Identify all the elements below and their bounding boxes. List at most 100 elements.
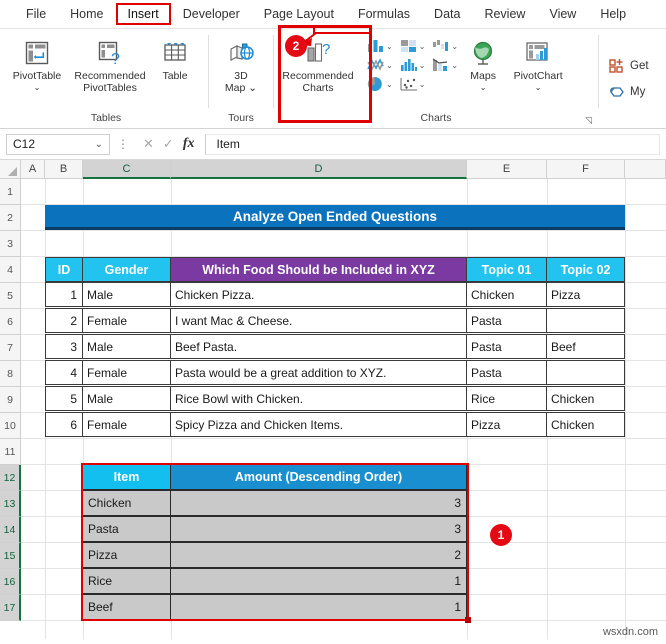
chevron-down-icon[interactable]: ⌄ [419,80,426,89]
statistic-chart-button[interactable]: ⌄ [397,56,428,74]
tab-insert[interactable]: Insert [115,3,171,25]
combo-chart-button[interactable]: ⌄ [429,56,460,74]
row-header-4[interactable]: 4 [0,257,21,283]
table-row[interactable]: Rice Bowl with Chicken. [170,386,467,411]
table-row[interactable]: 2 [45,308,83,333]
table-row[interactable]: 1 [45,282,83,307]
waterfall-chart-button[interactable]: ⌄ [429,37,460,55]
row-header-15[interactable]: 15 [0,543,21,569]
list-item[interactable]: 2 [170,542,467,568]
table-row[interactable]: Spicy Pizza and Chicken Items. [170,412,467,437]
tab-home[interactable]: Home [58,4,115,24]
charts-dialog-launcher-icon[interactable]: ◹ [585,115,592,126]
table-row[interactable]: 3 [45,334,83,359]
table-row[interactable]: Pizza [466,412,547,437]
enter-icon[interactable]: ✓ [163,136,174,152]
column-chart-button[interactable]: ⌄ [364,37,395,55]
list-item[interactable]: Rice [82,568,171,594]
hierarchy-chart-button[interactable]: ⌄ [397,37,428,55]
table-row[interactable]: Pasta would be a great addition to XYZ. [170,360,467,385]
line-chart-button[interactable]: ⌄ [364,56,395,74]
table-row[interactable]: Female [82,308,171,333]
scatter-chart-button[interactable]: ⌄ [397,75,428,93]
formula-input[interactable]: Item [205,133,660,155]
chevron-down-icon[interactable]: ⌄ [419,61,426,70]
table-row[interactable]: Beef [546,334,625,359]
list-item[interactable]: 1 [170,594,467,620]
row-header-2[interactable]: 2 [0,205,21,231]
recommended-pivottables-button[interactable]: ? Recommended PivotTables [68,34,152,96]
maps-caret-icon[interactable]: ⌄ [480,82,487,94]
3d-map-button[interactable]: 3D Map ⌄ [213,34,269,96]
table-row[interactable] [546,308,625,333]
pivottable-caret-icon[interactable]: ⌄ [34,82,41,94]
pie-chart-button[interactable]: ⌄ [364,75,395,93]
tab-developer[interactable]: Developer [171,4,252,24]
table-row[interactable]: Pasta [466,334,547,359]
chevron-down-icon[interactable]: ⌄ [419,42,426,51]
select-all-corner[interactable] [0,160,21,179]
pivottable-button[interactable]: PivotTable ⌄ [6,34,68,96]
tab-review[interactable]: Review [472,4,537,24]
list-item[interactable]: 3 [170,516,467,542]
table-row[interactable]: Male [82,334,171,359]
table-row[interactable]: 6 [45,412,83,437]
table-row[interactable]: Pasta [466,360,547,385]
row-header-6[interactable]: 6 [0,309,21,335]
3d-map-label-2[interactable]: Map ⌄ [225,82,257,94]
row-header-7[interactable]: 7 [0,335,21,361]
formula-bar-overflow-icon[interactable]: ⋮ [114,137,132,151]
list-item[interactable]: Beef [82,594,171,620]
row-header-17[interactable]: 17 [0,595,21,621]
chevron-down-icon[interactable]: ⌄ [386,42,393,51]
chevron-down-icon[interactable]: ⌄ [451,61,458,70]
table-row[interactable]: Male [82,282,171,307]
maps-button[interactable]: Maps ⌄ [460,34,506,96]
tab-view[interactable]: View [537,4,588,24]
column-header-b[interactable]: B [45,160,83,179]
list-item[interactable]: Pasta [82,516,171,542]
row-header-10[interactable]: 10 [0,413,21,439]
table-row[interactable]: Chicken [546,386,625,411]
column-header-d[interactable]: D [171,160,467,179]
table-row[interactable]: Chicken Pizza. [170,282,467,307]
table-row[interactable]: Female [82,360,171,385]
name-box-chevron-down-icon[interactable]: ⌄ [95,139,103,150]
list-item[interactable]: 3 [170,490,467,516]
name-box[interactable]: C12 ⌄ [6,133,110,155]
tab-file[interactable]: File [14,4,58,24]
column-header-e[interactable]: E [467,160,547,179]
table-row[interactable]: Beef Pasta. [170,334,467,359]
list-item[interactable]: Chicken [82,490,171,516]
column-header-c[interactable]: C [83,160,171,179]
table-row[interactable]: I want Mac & Cheese. [170,308,467,333]
row-header-3[interactable]: 3 [0,231,21,257]
column-header-g[interactable] [625,160,666,179]
pivotchart-caret-icon[interactable]: ⌄ [535,82,542,94]
table-row[interactable] [546,360,625,385]
chevron-down-icon[interactable]: ⌄ [386,80,393,89]
row-header-9[interactable]: 9 [0,387,21,413]
table-row[interactable]: Pasta [466,308,547,333]
sheet-canvas[interactable]: Analyze Open Ended Questions ID Gender W… [21,179,666,639]
column-header-a[interactable]: A [21,160,45,179]
table-row[interactable]: 5 [45,386,83,411]
table-row[interactable]: 4 [45,360,83,385]
row-header-1[interactable]: 1 [0,179,21,205]
table-row[interactable]: Pizza [546,282,625,307]
column-header-f[interactable]: F [547,160,625,179]
table-row[interactable]: Male [82,386,171,411]
table-button[interactable]: Table [152,34,198,84]
cancel-icon[interactable]: ✕ [143,136,154,152]
row-header-11[interactable]: 11 [0,439,21,465]
get-addins-button[interactable]: Get [609,58,649,74]
tab-formulas[interactable]: Formulas [346,4,422,24]
list-item[interactable]: 1 [170,568,467,594]
row-header-12[interactable]: 12 [0,465,21,491]
tab-data[interactable]: Data [422,4,472,24]
tab-page-layout[interactable]: Page Layout [252,4,346,24]
row-header-16[interactable]: 16 [0,569,21,595]
table-row[interactable]: Rice [466,386,547,411]
insert-function-icon[interactable]: fx [183,136,195,152]
table-row[interactable]: Female [82,412,171,437]
